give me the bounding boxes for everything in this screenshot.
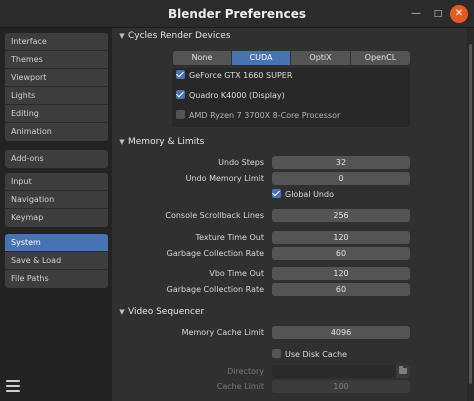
- sidebar-item-save-load[interactable]: Save & Load: [5, 252, 108, 270]
- sidebar-item-interface[interactable]: Interface: [5, 33, 108, 51]
- sidebar-item-system[interactable]: System: [5, 234, 108, 252]
- chevron-down-icon: ▼: [119, 308, 125, 316]
- tab-none[interactable]: None: [173, 51, 231, 65]
- sidebar-item-add-ons[interactable]: Add-ons: [5, 150, 108, 168]
- panel-header-memory[interactable]: ▼ Memory & Limits: [116, 134, 467, 150]
- nav-group-display: Interface Themes Viewport Lights Editing…: [5, 33, 108, 141]
- directory-field[interactable]: [272, 365, 396, 378]
- vbo-timeout-label: Vbo Time Out: [209, 269, 264, 278]
- directory-label: Directory: [227, 367, 264, 376]
- checkbox-checked-icon: [176, 90, 185, 99]
- checkbox-unchecked-icon: [272, 349, 281, 358]
- sidebar-item-file-paths[interactable]: File Paths: [5, 270, 108, 288]
- device-quadro-checkbox[interactable]: Quadro K4000 (Display): [176, 89, 285, 103]
- panel-title-memory: Memory & Limits: [128, 137, 205, 147]
- use-disk-cache-checkbox[interactable]: Use Disk Cache: [272, 348, 347, 361]
- global-undo-label: Global Undo: [285, 190, 334, 199]
- checkbox-checked-icon: [176, 70, 185, 79]
- sidebar-item-input[interactable]: Input: [5, 173, 108, 191]
- vbo-timeout-field[interactable]: 120: [272, 267, 410, 280]
- panel-header-sequencer[interactable]: ▼ Video Sequencer: [116, 304, 467, 320]
- panel-title-sequencer: Video Sequencer: [128, 307, 205, 317]
- memory-cache-field[interactable]: 4096: [272, 326, 410, 339]
- browse-directory-button[interactable]: [396, 365, 410, 378]
- nav-group-addons: Add-ons: [5, 150, 108, 168]
- sidebar-item-navigation[interactable]: Navigation: [5, 191, 108, 209]
- close-icon[interactable]: ✕: [450, 5, 468, 23]
- vbo-gc-label: Garbage Collection Rate: [166, 285, 264, 294]
- folder-icon: [399, 366, 407, 374]
- title-bar: Blender Preferences — □ ✕: [0, 0, 474, 28]
- maximize-icon[interactable]: □: [430, 6, 446, 22]
- tab-optix[interactable]: OptiX: [291, 51, 350, 65]
- device-label: Quadro K4000 (Display): [189, 91, 285, 100]
- texture-gc-field[interactable]: 60: [272, 247, 410, 260]
- device-geforce-checkbox[interactable]: GeForce GTX 1660 SUPER: [176, 69, 292, 83]
- sidebar-item-viewport[interactable]: Viewport: [5, 69, 108, 87]
- nav-group-input: Input Navigation Keymap: [5, 173, 108, 227]
- global-undo-checkbox[interactable]: Global Undo: [272, 188, 334, 201]
- device-label: GeForce GTX 1660 SUPER: [189, 71, 293, 80]
- hamburger-menu-icon[interactable]: [6, 380, 20, 392]
- sidebar: Interface Themes Viewport Lights Editing…: [0, 28, 112, 401]
- use-disk-cache-label: Use Disk Cache: [285, 350, 348, 359]
- window-title: Blender Preferences: [168, 7, 306, 21]
- texture-timeout-label: Texture Time Out: [195, 233, 264, 242]
- texture-timeout-field[interactable]: 120: [272, 231, 410, 244]
- texture-gc-label: Garbage Collection Rate: [166, 249, 264, 258]
- panel-header-cycles[interactable]: ▼ Cycles Render Devices: [116, 28, 467, 44]
- checkbox-checked-icon: [272, 189, 281, 198]
- sidebar-item-lights[interactable]: Lights: [5, 87, 108, 105]
- vbo-gc-field[interactable]: 60: [272, 283, 410, 296]
- undo-memory-label: Undo Memory Limit: [185, 174, 264, 183]
- scrollbar[interactable]: [467, 28, 474, 401]
- sidebar-item-keymap[interactable]: Keymap: [5, 209, 108, 227]
- scrollback-label: Console Scrollback Lines: [165, 211, 264, 220]
- checkbox-unchecked-icon: [176, 110, 185, 119]
- undo-memory-field[interactable]: 0: [272, 172, 410, 185]
- scrollback-field[interactable]: 256: [272, 209, 410, 222]
- chevron-down-icon: ▼: [119, 32, 125, 40]
- minimize-icon[interactable]: —: [408, 6, 424, 22]
- device-label: AMD Ryzen 7 3700X 8-Core Processor: [189, 111, 341, 120]
- chevron-down-icon: ▼: [119, 138, 125, 146]
- sidebar-item-themes[interactable]: Themes: [5, 51, 108, 69]
- device-ryzen-checkbox[interactable]: AMD Ryzen 7 3700X 8-Core Processor: [176, 109, 340, 123]
- scrollbar-thumb[interactable]: [469, 44, 472, 384]
- cache-limit-field[interactable]: 100: [272, 380, 410, 393]
- panel-title-cycles: Cycles Render Devices: [128, 31, 231, 41]
- cache-limit-label: Cache Limit: [216, 382, 264, 391]
- nav-group-system: System Save & Load File Paths: [5, 234, 108, 288]
- undo-steps-field[interactable]: 32: [272, 156, 410, 169]
- memory-cache-label: Memory Cache Limit: [181, 328, 264, 337]
- undo-steps-label: Undo Steps: [218, 158, 264, 167]
- tab-opencl[interactable]: OpenCL: [351, 51, 410, 65]
- sidebar-item-animation[interactable]: Animation: [5, 123, 108, 141]
- tab-cuda[interactable]: CUDA: [232, 51, 290, 65]
- sidebar-item-editing[interactable]: Editing: [5, 105, 108, 123]
